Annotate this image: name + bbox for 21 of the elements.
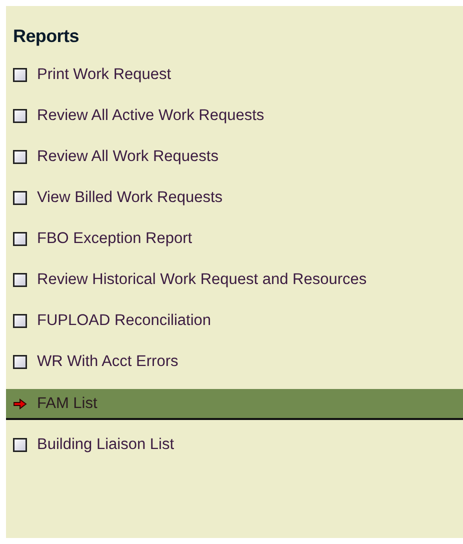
report-menu-item[interactable]: FUPLOAD Reconciliation: [6, 307, 463, 335]
report-menu-item[interactable]: View Billed Work Requests: [6, 184, 463, 212]
page-icon: [13, 150, 27, 164]
report-menu-item[interactable]: WR With Acct Errors: [6, 348, 463, 376]
page-icon: [13, 109, 27, 123]
page-icon: [13, 438, 27, 452]
page-icon: [13, 191, 27, 205]
report-menu-item[interactable]: FBO Exception Report: [6, 225, 463, 253]
report-menu-item[interactable]: Print Work Request: [6, 61, 463, 89]
page-icon: [13, 68, 27, 82]
page-icon: [13, 314, 27, 328]
section-title: Reports: [12, 26, 80, 48]
page-icon: [13, 273, 27, 287]
report-menu-item[interactable]: Review All Active Work Requests: [6, 102, 463, 130]
page-icon: [13, 232, 27, 246]
report-menu-item[interactable]: Review All Work Requests: [6, 143, 463, 171]
report-menu-item[interactable]: Building Liaison List: [6, 431, 463, 459]
report-menu-item[interactable]: Review Historical Work Request and Resources: [6, 266, 463, 294]
page-icon: [13, 355, 27, 369]
arrow-icon: [13, 398, 27, 410]
report-menu-item[interactable]: FAM List: [6, 389, 463, 420]
